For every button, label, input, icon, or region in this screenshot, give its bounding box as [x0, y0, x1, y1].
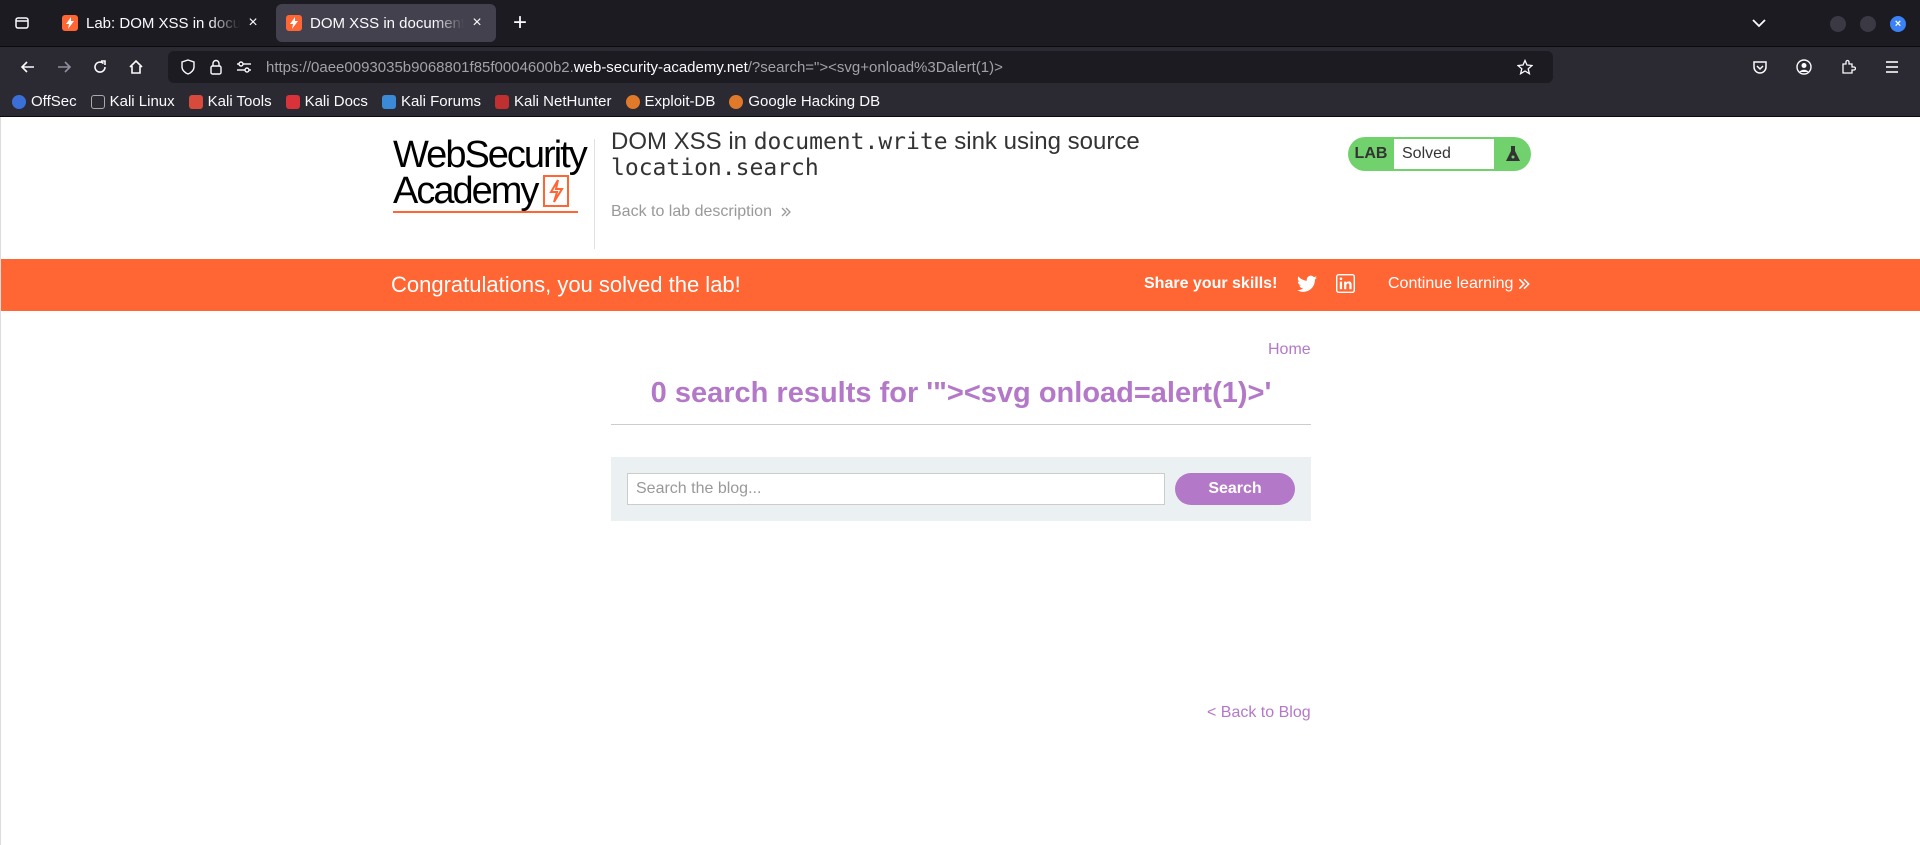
- lab-title-text: sink using source: [947, 128, 1140, 155]
- linkedin-icon[interactable]: [1336, 274, 1355, 293]
- url-text[interactable]: https://0aee0093035b9068801f85f0004600b2…: [266, 59, 1515, 76]
- bookmark-label: Kali NetHunter: [513, 93, 612, 110]
- bookmark-kali-nethunter[interactable]: Kali NetHunter: [494, 93, 612, 110]
- logo-text-line1: WebSecurity: [393, 134, 588, 176]
- bookmark-offsec[interactable]: OffSec: [12, 93, 77, 110]
- web-security-academy-logo[interactable]: WebSecurity Academy: [393, 134, 593, 213]
- new-tab-icon[interactable]: +: [506, 9, 534, 37]
- url-host: web-security-academy.net: [573, 58, 748, 76]
- toolbar-right: [1744, 51, 1908, 83]
- kali-tools-icon: [188, 94, 203, 109]
- bookmark-label: Kali Forums: [400, 93, 481, 110]
- tracking-shield-icon[interactable]: [178, 57, 198, 77]
- share-skills-label: Share your skills!: [1144, 275, 1278, 292]
- twitter-icon[interactable]: [1297, 275, 1317, 293]
- lab-title-code: document.write: [753, 129, 948, 155]
- bookmark-label: OffSec: [31, 93, 77, 110]
- congratulations-message: Congratulations, you solved the lab!: [391, 272, 741, 297]
- tab-lab-active[interactable]: DOM XSS in document.write sink using sou…: [276, 4, 496, 42]
- url-path: /?search="><svg+onload%3Dalert(1)>: [747, 58, 1003, 76]
- home-link[interactable]: Home: [1268, 341, 1311, 359]
- forward-arrow-icon[interactable]: [48, 51, 80, 83]
- bookmarks-toolbar: OffSec Kali Linux Kali Tools Kali Docs K…: [0, 87, 1920, 117]
- lab-header: WebSecurity Academy DOM XSS in document.…: [391, 117, 1531, 257]
- page-content: WebSecurity Academy DOM XSS in document.…: [0, 117, 1920, 845]
- blog-search-form: Search: [611, 457, 1311, 521]
- reload-icon[interactable]: [84, 51, 116, 83]
- nethunter-icon: [494, 94, 509, 109]
- back-to-lab-description-link[interactable]: Back to lab description: [611, 203, 792, 221]
- offsec-icon: [12, 94, 26, 109]
- chevron-down-icon[interactable]: [1752, 15, 1766, 33]
- bookmark-exploit-db[interactable]: Exploit-DB: [625, 93, 716, 110]
- close-tab-icon[interactable]: ×: [244, 14, 262, 32]
- lab-title-text: DOM XSS in: [611, 128, 754, 155]
- logo-bolt-icon: [543, 175, 570, 207]
- flask-icon: [1494, 145, 1531, 163]
- header-divider: [594, 139, 595, 249]
- bookmark-label: Kali Linux: [109, 93, 175, 110]
- extensions-icon[interactable]: [1832, 51, 1864, 83]
- lab-title-code: location.search: [611, 155, 819, 181]
- bookmark-label: Exploit-DB: [644, 93, 716, 110]
- bookmark-star-icon[interactable]: [1515, 57, 1535, 77]
- bookmark-label: Google Hacking DB: [748, 93, 881, 110]
- search-input[interactable]: [627, 473, 1165, 505]
- bookmark-kali-linux[interactable]: Kali Linux: [90, 93, 175, 110]
- lab-status: Solved: [1394, 139, 1494, 169]
- logo-text-line2: Academy: [393, 170, 539, 212]
- back-to-blog-link[interactable]: < Back to Blog: [1207, 704, 1311, 722]
- double-chevron-right-icon: [781, 207, 791, 217]
- bookmark-label: Kali Docs: [304, 93, 368, 110]
- home-icon[interactable]: [120, 51, 152, 83]
- lab-label: LAB: [1354, 145, 1388, 162]
- kali-dragon-icon: [90, 94, 105, 109]
- close-tab-icon[interactable]: ×: [468, 14, 486, 32]
- kali-docs-icon: [285, 94, 300, 109]
- bookmark-label: Kali Tools: [207, 93, 272, 110]
- logo-line2-row: Academy: [393, 170, 593, 212]
- tab-title: DOM XSS in document.write sink using sou…: [310, 14, 464, 32]
- tab-title: Lab: DOM XSS in document.write sink usin…: [86, 14, 240, 32]
- portswigger-favicon-icon: [62, 15, 78, 31]
- tab-lab-description[interactable]: Lab: DOM XSS in document.write sink usin…: [52, 4, 272, 42]
- permissions-icon[interactable]: [234, 57, 254, 77]
- account-icon[interactable]: [1788, 51, 1820, 83]
- pocket-icon[interactable]: [1744, 51, 1776, 83]
- window-controls: ×: [1752, 0, 1906, 47]
- solved-banner: Congratulations, you solved the lab! Sha…: [1, 259, 1920, 311]
- kali-forums-icon: [381, 94, 396, 109]
- bookmark-google-hacking-db[interactable]: Google Hacking DB: [729, 93, 880, 110]
- bookmark-kali-docs[interactable]: Kali Docs: [285, 93, 368, 110]
- bookmark-kali-tools[interactable]: Kali Tools: [188, 93, 272, 110]
- window-close-icon[interactable]: ×: [1890, 15, 1906, 32]
- search-button[interactable]: Search: [1175, 473, 1295, 505]
- continue-learning-label: Continue learning: [1388, 275, 1514, 292]
- url-subdomain: https://0aee0093035b9068801f85f0004600b2…: [266, 58, 574, 76]
- hamburger-menu-icon[interactable]: [1876, 51, 1908, 83]
- maximize-icon[interactable]: [1860, 15, 1876, 32]
- address-bar[interactable]: https://0aee0093035b9068801f85f0004600b2…: [168, 51, 1553, 83]
- search-results-heading: 0 search results for '"><svg onload=aler…: [611, 377, 1311, 425]
- back-arrow-icon[interactable]: [12, 51, 44, 83]
- exploit-db-icon: [625, 94, 640, 109]
- ghdb-icon: [729, 94, 744, 109]
- lock-icon[interactable]: [206, 57, 226, 77]
- portswigger-favicon-icon: [286, 15, 302, 31]
- lab-title: DOM XSS in document.write sink using sou…: [611, 129, 1171, 181]
- tab-list-icon[interactable]: [8, 9, 36, 37]
- navigation-bar: https://0aee0093035b9068801f85f0004600b2…: [0, 47, 1920, 87]
- lab-status-badge: LAB Solved: [1348, 137, 1531, 171]
- double-chevron-right-icon: [1519, 278, 1531, 290]
- tab-bar: Lab: DOM XSS in document.write sink usin…: [0, 0, 1920, 47]
- back-to-description-label: Back to lab description: [611, 203, 772, 220]
- minimize-icon[interactable]: [1830, 15, 1846, 32]
- continue-learning-link[interactable]: Continue learning: [1388, 275, 1531, 293]
- bookmark-kali-forums[interactable]: Kali Forums: [381, 93, 481, 110]
